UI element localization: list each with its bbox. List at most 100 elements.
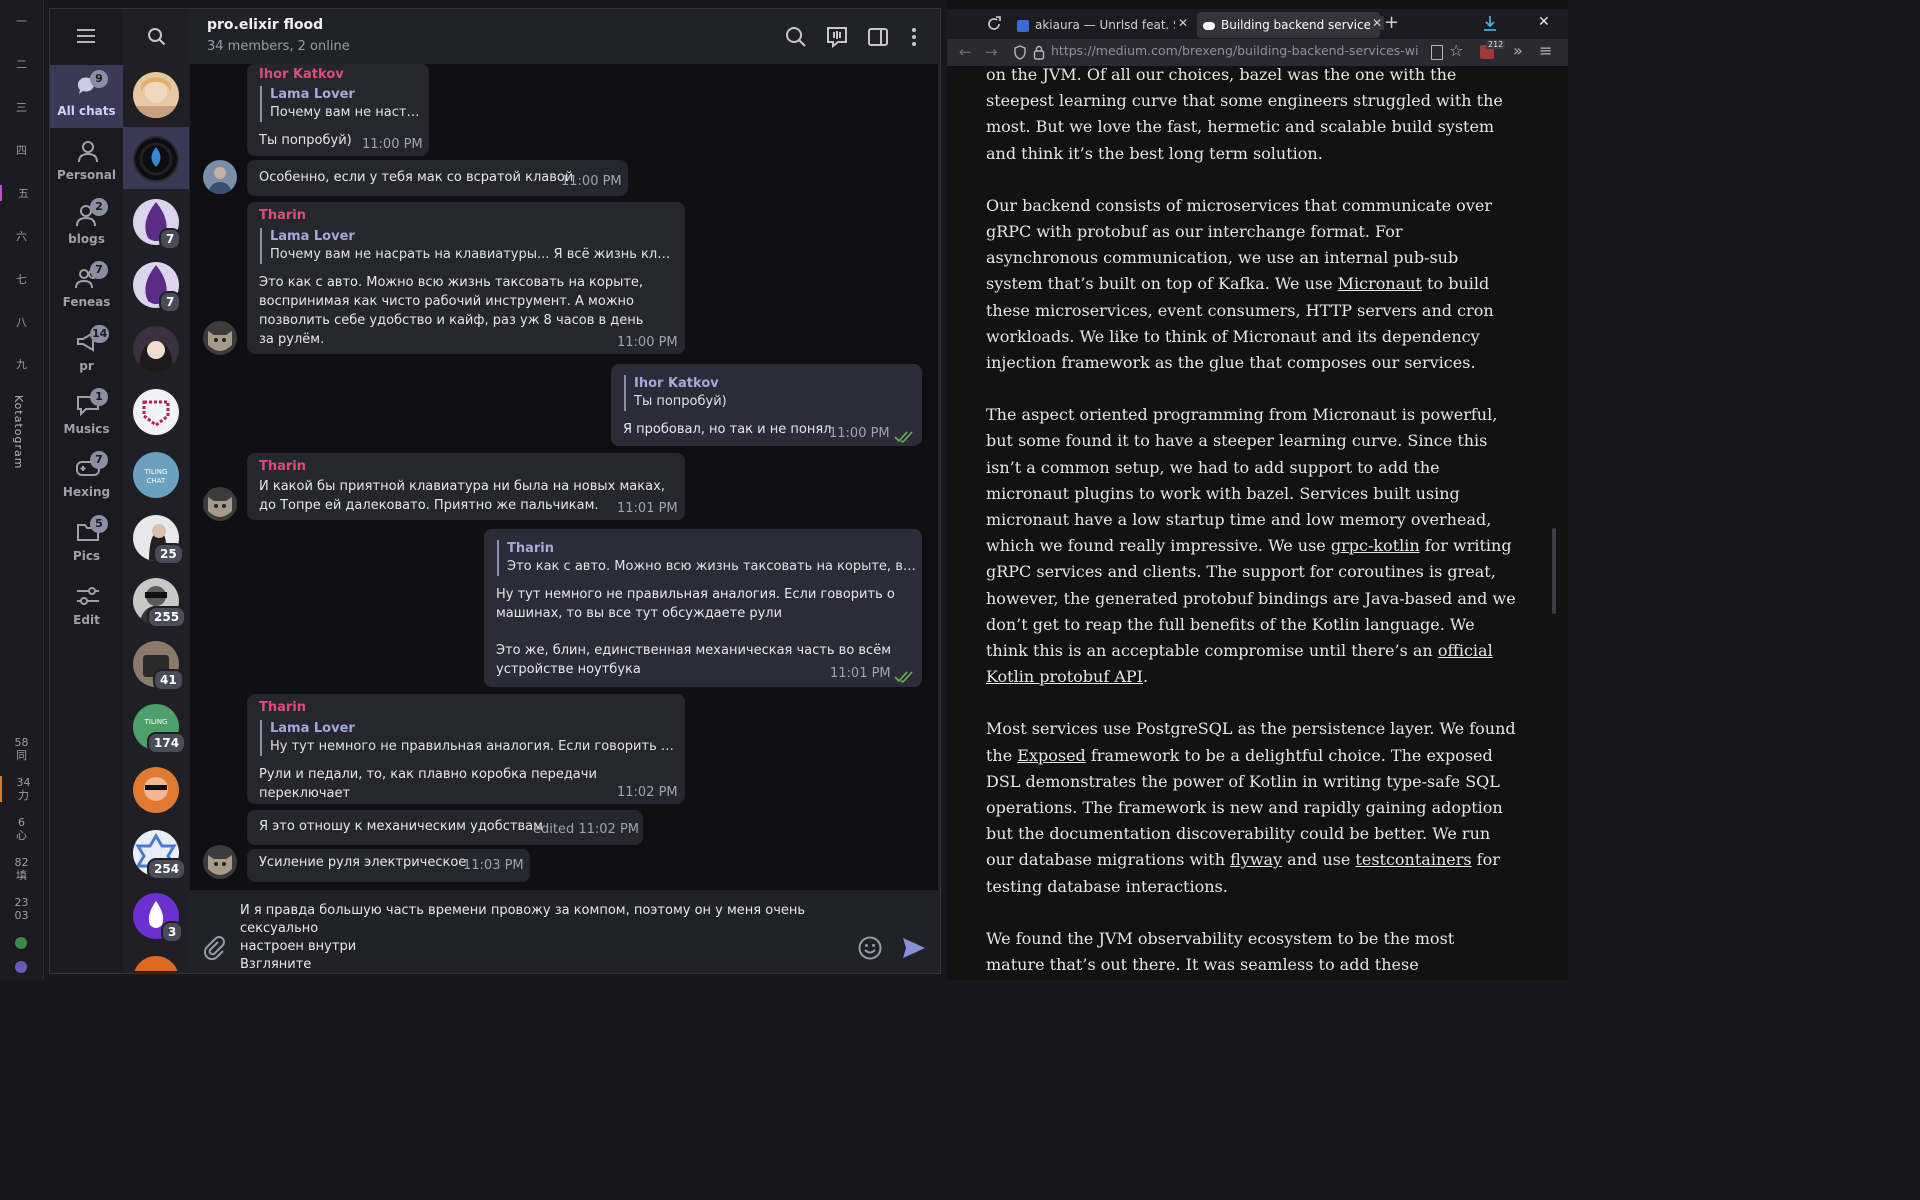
tray-icon[interactable]: [15, 937, 27, 949]
download-icon[interactable]: [1482, 14, 1498, 32]
folder-feneas[interactable]: 7 Feneas: [50, 256, 123, 319]
folder-musics[interactable]: 1 Musics: [50, 383, 123, 446]
message-time: edited 11:02 PM: [533, 822, 639, 837]
folder-sidebar: 9 All chats Personal 2 blogs 7 Feneas 14…: [50, 9, 123, 971]
reply-preview[interactable]: Ihor Katkov Ты попробуй): [624, 375, 904, 411]
chat-avatar[interactable]: [133, 956, 179, 971]
voice-chat-icon[interactable]: [825, 25, 849, 49]
close-window-icon[interactable]: ✕: [1538, 14, 1550, 30]
workspace-5[interactable]: 五: [0, 185, 45, 201]
chat-avatar[interactable]: [133, 326, 179, 372]
folder-pics[interactable]: 5 Pics: [50, 510, 123, 573]
close-tab-icon[interactable]: ✕: [1175, 16, 1192, 30]
folder-edit[interactable]: Edit: [50, 574, 123, 637]
chat-avatar[interactable]: TILING CHAT: [133, 452, 179, 498]
chat-title[interactable]: pro.elixir flood: [207, 17, 323, 33]
lock-icon[interactable]: [1033, 45, 1045, 60]
workspace-3[interactable]: 三: [0, 99, 43, 115]
folder-badge: 9: [90, 70, 108, 88]
chat-subtitle: 34 members, 2 online: [207, 39, 350, 54]
message-bubble[interactable]: Усиление руля электрическое 11:03 PM: [247, 849, 530, 882]
message-bubble[interactable]: Особенно, если у тебя мак со всратой кла…: [247, 160, 628, 196]
message-bubble-outgoing[interactable]: Tharin Это как с авто. Можно всю жизнь т…: [484, 529, 922, 687]
workspace-1[interactable]: 一: [0, 13, 43, 29]
back-icon[interactable]: ←: [959, 43, 972, 61]
read-check-icon: [894, 428, 914, 443]
close-tab-icon[interactable]: ✕: [1370, 16, 1385, 30]
search-icon[interactable]: [147, 27, 167, 47]
forward-icon[interactable]: →: [985, 43, 998, 61]
message-sender[interactable]: Tharin: [259, 459, 306, 474]
folder-hexing[interactable]: 7 Hexing: [50, 446, 123, 509]
workspace-6[interactable]: 六: [0, 228, 43, 244]
send-icon[interactable]: [901, 935, 927, 961]
attach-icon[interactable]: [202, 936, 226, 961]
message-bubble[interactable]: Я это отношу к механическим удобствам ed…: [247, 810, 643, 845]
avatar[interactable]: [203, 160, 237, 194]
message-input[interactable]: И я правда большую часть времени провожу…: [240, 902, 860, 974]
message-bubble[interactable]: Tharin Lama Lover Почему вам не насрать …: [247, 202, 685, 354]
chat-avatar[interactable]: [133, 136, 179, 182]
avatar[interactable]: [203, 845, 237, 879]
message-text: Рули и педали, то, как плавно коробка пе…: [259, 767, 597, 801]
scrollbar[interactable]: [1552, 528, 1556, 614]
link-micronaut[interactable]: Micronaut: [1338, 274, 1422, 293]
chat-unread-badge: 255: [147, 606, 187, 628]
workspace-4[interactable]: 四: [0, 142, 43, 158]
message-time: 11:00 PM: [561, 174, 622, 189]
message-bubble[interactable]: Tharin Lama Lover Ну тут немного не прав…: [247, 694, 685, 804]
link-exposed[interactable]: Exposed: [1017, 746, 1086, 765]
sidebar-toggle-icon[interactable]: [866, 25, 890, 49]
reply-preview[interactable]: Lama Lover Почему вам не настр...: [260, 86, 422, 122]
hamburger-menu-icon[interactable]: ≡: [1539, 41, 1552, 60]
link-testcontainers[interactable]: testcontainers: [1355, 850, 1471, 869]
link-grpc-kotlin[interactable]: grpc-kotlin: [1331, 536, 1420, 555]
folder-badge: 2: [90, 198, 108, 216]
chat-avatar[interactable]: [133, 767, 179, 813]
folder-label: All chats: [57, 104, 116, 118]
message-time: 11:02 PM: [617, 785, 678, 800]
message-bubble-outgoing[interactable]: Ihor Katkov Ты попробуй) Я пробовал, но …: [611, 364, 922, 446]
avatar[interactable]: [203, 321, 237, 355]
reader-view-icon[interactable]: [1431, 45, 1443, 60]
status-cpu: 58 同: [14, 736, 29, 762]
more-vertical-icon[interactable]: [902, 25, 926, 49]
folder-pr[interactable]: 14 pr: [50, 320, 123, 383]
message-sender[interactable]: Ihor Katkov: [259, 67, 344, 82]
workspace-9[interactable]: 九: [0, 356, 43, 372]
message-sender[interactable]: Tharin: [259, 700, 306, 715]
read-check-icon: [894, 668, 914, 683]
new-tab-icon[interactable]: +: [1384, 12, 1399, 33]
message-time: 11:01 PM: [617, 501, 678, 516]
workspace-8[interactable]: 八: [0, 314, 43, 330]
shield-icon[interactable]: [1013, 45, 1027, 60]
avatar[interactable]: [203, 487, 237, 521]
reload-icon[interactable]: [985, 15, 1003, 33]
message-text: И какой бы приятной клавиатура ни была н…: [259, 479, 665, 513]
person-icon: [75, 138, 99, 164]
folder-badge: 14: [90, 325, 110, 343]
message-bubble[interactable]: Tharin И какой бы приятной клавиатура ни…: [247, 453, 685, 520]
reply-preview[interactable]: Tharin Это как с авто. Можно всю жизнь т…: [497, 540, 917, 576]
chat-avatar[interactable]: [133, 72, 179, 118]
folder-personal[interactable]: Personal: [50, 129, 123, 192]
workspace-2[interactable]: 二: [0, 56, 43, 72]
workspace-7[interactable]: 七: [0, 271, 43, 287]
tray-icon[interactable]: [15, 961, 27, 973]
browser-tab-active[interactable]: Building backend services: [1197, 12, 1380, 38]
folder-blogs[interactable]: 2 blogs: [50, 193, 123, 256]
folder-all-chats[interactable]: 9 All chats: [50, 65, 123, 128]
reply-preview[interactable]: Lama Lover Почему вам не насрать на клав…: [260, 228, 675, 264]
reply-preview[interactable]: Lama Lover Ну тут немного не правильная …: [260, 720, 675, 756]
search-icon[interactable]: [784, 25, 808, 49]
message-bubble[interactable]: Ihor Katkov Lama Lover Почему вам не нас…: [247, 64, 429, 156]
browser-tab[interactable]: akiaura — Unrlsd feat. ST: [1013, 12, 1193, 38]
chat-avatar[interactable]: [133, 389, 179, 435]
menu-icon[interactable]: [75, 25, 97, 47]
message-sender[interactable]: Tharin: [259, 208, 306, 223]
overflow-icon[interactable]: »: [1513, 41, 1523, 60]
link-flyway[interactable]: flyway: [1230, 850, 1282, 869]
url-bar[interactable]: https://medium.com/brexeng/building-back…: [1051, 43, 1455, 58]
bookmark-star-icon[interactable]: ☆: [1449, 41, 1463, 60]
emoji-icon[interactable]: [857, 935, 883, 961]
